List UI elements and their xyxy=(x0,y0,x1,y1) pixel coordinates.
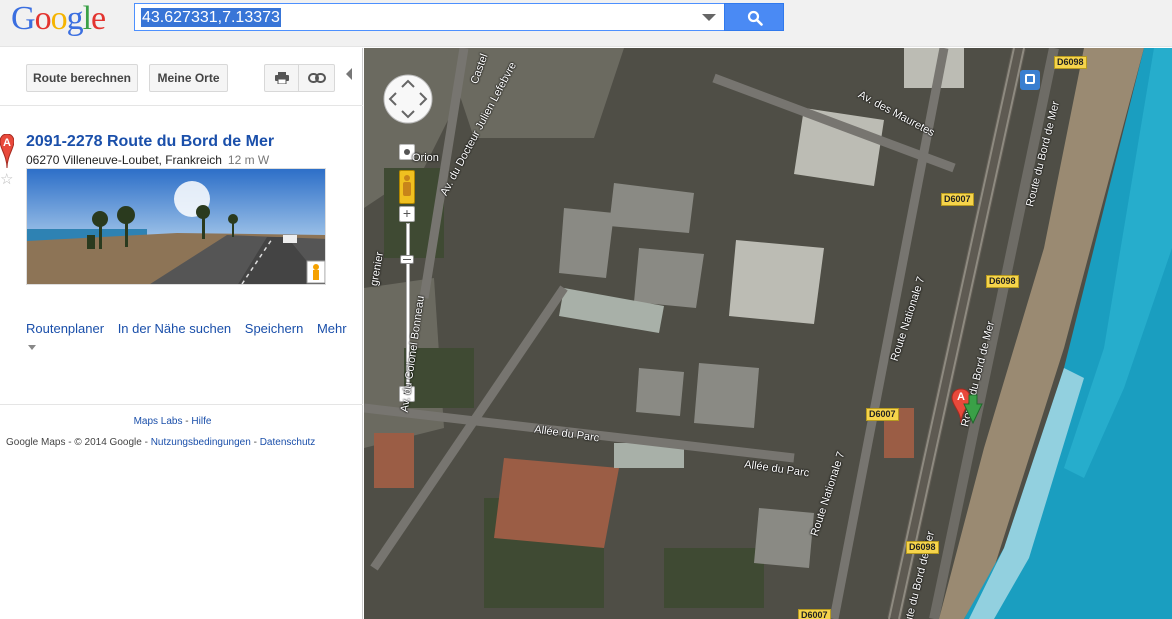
help-link[interactable]: Hilfe xyxy=(191,416,211,427)
divider xyxy=(0,404,363,405)
maps-labs-link[interactable]: Maps Labs xyxy=(134,416,183,427)
nearby-search-link[interactable]: In der Nähe suchen xyxy=(118,321,231,336)
footer-links: Maps Labs - Hilfe xyxy=(0,416,345,427)
route-button[interactable]: Route berechnen xyxy=(26,64,138,92)
brand-text: Google Maps xyxy=(6,437,66,448)
footer-separator: - xyxy=(185,416,189,427)
link-icon xyxy=(307,73,326,83)
search-button[interactable] xyxy=(724,3,784,31)
road-shield: D6098 xyxy=(1054,56,1087,69)
search-box[interactable]: 43.627331,7.13373 xyxy=(134,3,725,31)
star-icon[interactable]: ☆ xyxy=(0,170,13,188)
print-icon xyxy=(274,72,289,85)
copyright-text: - © 2014 Google xyxy=(68,437,142,448)
chevron-down-icon[interactable] xyxy=(702,14,716,21)
footer-legal: Google Maps - © 2014 Google - Nutzungsbe… xyxy=(6,437,315,448)
top-bar: Google 43.627331,7.13373 xyxy=(0,0,1172,47)
distance-text: 12 m W xyxy=(227,153,270,167)
route-planner-link[interactable]: Routenplaner xyxy=(26,321,104,336)
road-shield: D6007 xyxy=(798,609,831,619)
location-icon xyxy=(404,149,410,155)
road-shield: D6098 xyxy=(906,541,939,554)
zoom-in-button[interactable]: + xyxy=(399,206,415,222)
result-address: 06270 Villeneuve-Loubet, Frankreich 12 m … xyxy=(26,153,269,167)
marker-letter: A xyxy=(3,137,11,149)
street-view-image xyxy=(27,169,325,284)
result-title[interactable]: 2091-2278 Route du Bord de Mer xyxy=(26,133,274,151)
chevron-down-icon[interactable] xyxy=(28,345,36,350)
road-shield: D6098 xyxy=(986,275,1019,288)
satellite-map[interactable]: + − Av. des Mauretes Route Nationale 7 R… xyxy=(364,48,1172,619)
link-button[interactable] xyxy=(298,64,335,92)
save-link[interactable]: Speichern xyxy=(245,321,304,336)
terms-link[interactable]: Nutzungsbedingungen xyxy=(151,437,251,448)
more-link[interactable]: Mehr xyxy=(317,321,347,336)
my-places-button[interactable]: Meine Orte xyxy=(149,64,228,92)
road-shield: D6007 xyxy=(941,193,974,206)
print-button[interactable] xyxy=(264,64,299,92)
search-input[interactable] xyxy=(139,6,699,28)
street-view-thumbnail[interactable] xyxy=(26,168,326,285)
footer-separator: - xyxy=(253,437,257,448)
google-logo[interactable]: Google xyxy=(11,0,106,38)
train-station-icon[interactable] xyxy=(1020,70,1040,90)
zoom-slider-handle[interactable] xyxy=(400,255,414,264)
result-actions: Routenplaner In der Nähe suchen Speicher… xyxy=(26,321,357,336)
pan-control[interactable] xyxy=(382,73,434,125)
green-arrow-marker-icon[interactable] xyxy=(963,394,983,424)
divider xyxy=(0,105,363,106)
footer-separator: - xyxy=(144,437,148,448)
side-panel: Route berechnen Meine Orte A ☆ 2091-2278… xyxy=(0,48,363,619)
address-text: 06270 Villeneuve-Loubet, Frankreich xyxy=(26,153,222,167)
pegman-icon[interactable] xyxy=(399,170,415,204)
collapse-panel-icon[interactable] xyxy=(346,68,352,80)
search-icon xyxy=(747,10,763,26)
privacy-link[interactable]: Datenschutz xyxy=(260,437,316,448)
poi-label: Orion xyxy=(412,152,439,164)
road-shield: D6007 xyxy=(866,408,899,421)
